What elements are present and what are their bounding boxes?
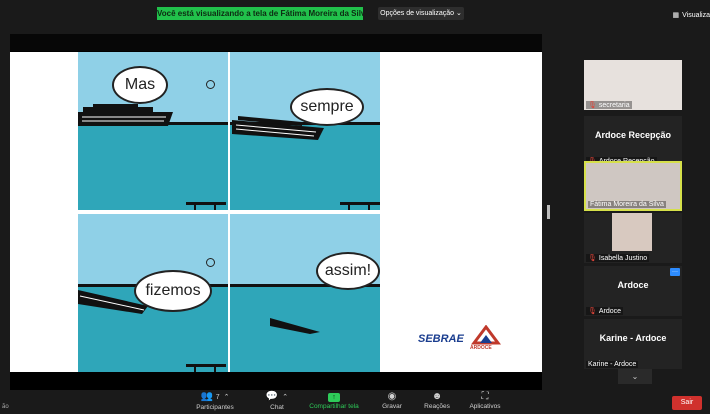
muted-mic-icon: 🎙 — [588, 308, 597, 315]
participant-name: 🎙 Ardoce — [586, 307, 624, 315]
participants-button[interactable]: 👥 7 ⌃ Participantes — [192, 391, 238, 411]
participant-tile[interactable]: Karine - Ardoce Karine - Ardoce — [584, 319, 682, 369]
leave-meeting-button[interactable]: Sair — [672, 396, 702, 410]
comic-panel-1: Mas — [78, 52, 228, 210]
participant-tile[interactable]: Ardoce Recepção 🎙Ardoce Recepção — [584, 116, 682, 166]
participant-name: 🎙 secretaria — [586, 101, 632, 109]
comic-panel-2: sempre — [230, 52, 380, 210]
muted-mic-icon: 🎙 — [588, 255, 597, 262]
speech-bubble-3: fizemos — [134, 270, 212, 312]
sun-icon — [206, 80, 215, 89]
panel-resize-handle[interactable] — [547, 205, 550, 219]
chat-icon: 💬 ⌃ — [265, 391, 289, 402]
chat-label: Chat — [270, 404, 284, 411]
share-screen-icon: ↑ — [305, 391, 363, 403]
view-layout-label: Visualiza — [682, 12, 710, 19]
grid-icon: ▦ — [672, 12, 680, 19]
participant-name: 🎙 Isabella Justino — [586, 254, 650, 262]
participant-tile-active-speaker[interactable]: Fátima Moreira da Silva — [584, 161, 682, 211]
participant-tile[interactable]: 🎙 Isabella Justino — [584, 213, 682, 263]
participant-display-name: Ardoce Recepção — [594, 130, 672, 140]
reactions-label: Reações — [424, 403, 450, 410]
gallery-scroll-down-button[interactable]: ⌄ — [618, 369, 652, 384]
pier-illustration — [186, 364, 226, 372]
apps-label: Aplicativos — [469, 403, 501, 410]
participant-display-name: Karine - Ardoce — [599, 333, 667, 343]
apps-icon: ⛶ — [481, 391, 489, 402]
participant-name: Fátima Moreira da Silva — [588, 201, 666, 208]
speech-bubble-2: sempre — [290, 88, 364, 126]
participants-count: 7 — [215, 394, 220, 401]
participant-tile[interactable]: 🎙 secretaria — [584, 60, 682, 110]
share-screen-label: Compartilhar tela — [309, 403, 359, 410]
view-options-button[interactable]: Opções de visualização ⌄ — [378, 7, 464, 20]
video-feed — [612, 213, 652, 251]
view-layout-button[interactable]: ▦ Visualiza — [672, 11, 710, 19]
speech-bubble-4: assim! — [316, 252, 380, 290]
reactions-icon: ☻ — [431, 391, 443, 402]
pier-illustration — [186, 202, 226, 210]
pier-illustration — [340, 202, 380, 210]
ship-illustration — [78, 104, 173, 126]
more-options-icon[interactable]: ··· — [670, 268, 680, 276]
participant-tile[interactable]: ··· Ardoce 🎙 Ardoce — [584, 266, 682, 316]
record-button[interactable]: ◉ Gravar — [378, 391, 406, 410]
chevron-down-icon: ⌄ — [631, 372, 639, 381]
participants-icon: 👥 7 ⌃ — [200, 391, 230, 402]
sebrae-logo: SEBRAE — [418, 333, 464, 345]
sponsor-logos: SEBRAE ARDOCE — [418, 325, 508, 355]
viewing-banner: Você está visualizando a tela de Fátima … — [157, 7, 363, 20]
sunken-ship-illustration — [270, 318, 320, 334]
meeting-toolbar: 👥 7 ⌃ Participantes 💬 ⌃ Chat ↑ Compartilha… — [0, 390, 710, 414]
muted-mic-icon: 🎙 — [588, 102, 597, 109]
participant-display-name: Ardoce — [617, 280, 649, 290]
comic-panel-3: fizemos — [78, 214, 228, 372]
sun-icon — [206, 258, 215, 267]
record-label: Gravar — [382, 403, 402, 410]
apps-button[interactable]: ⛶ Aplicativos — [466, 391, 504, 410]
participants-label: Participantes — [196, 404, 234, 411]
toolbar-edge-text: ão — [2, 404, 9, 410]
share-screen-button[interactable]: ↑ Compartilhar tela — [305, 391, 363, 410]
chat-button[interactable]: 💬 ⌃ Chat — [262, 391, 292, 411]
record-icon: ◉ — [387, 391, 397, 402]
caret-up-icon: ⌃ — [223, 394, 230, 401]
comic-panel-4: assim! — [230, 214, 380, 372]
caret-up-icon: ⌃ — [282, 394, 289, 401]
ardoce-logo-text: ARDOCE — [470, 345, 492, 351]
view-options-label: Opções de visualização — [380, 10, 455, 17]
participant-name: Karine - Ardoce — [586, 361, 639, 368]
speech-bubble-1: Mas — [112, 66, 168, 104]
reactions-button[interactable]: ☻ Reações — [422, 391, 452, 410]
comic-strip: Mas sempre fizemos assim! — [78, 52, 380, 372]
shared-screen-top-stripe — [10, 34, 542, 51]
top-bar: Você está visualizando a tela de Fátima … — [0, 0, 710, 34]
